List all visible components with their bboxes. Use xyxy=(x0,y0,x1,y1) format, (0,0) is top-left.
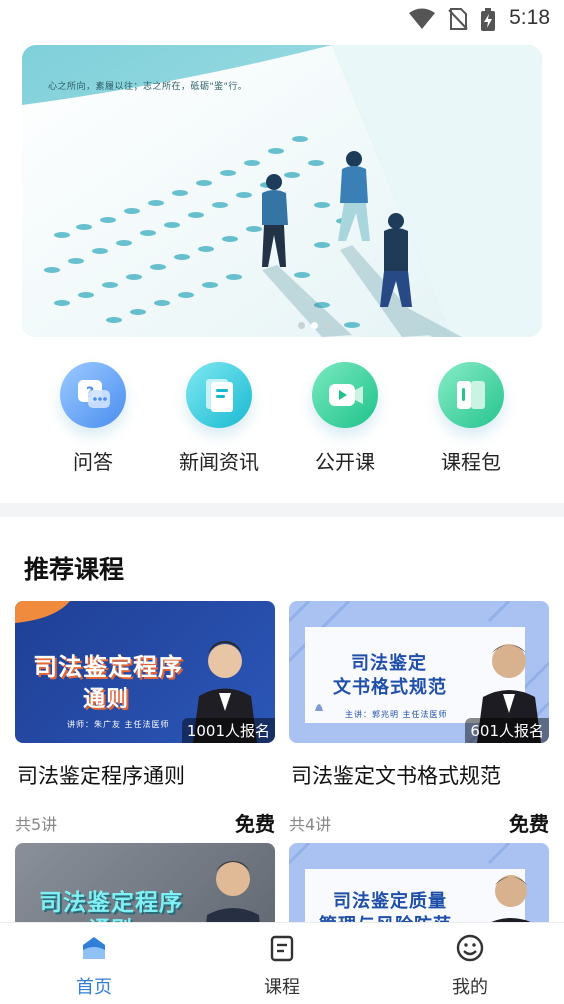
quick-link-news[interactable]: 新闻资讯 xyxy=(164,362,274,475)
no-sim-icon xyxy=(448,8,468,30)
course-card[interactable]: 司法鉴定程序 通则 讲师：朱广友 主任法医师 1001人报名 司法鉴定程序通则 … xyxy=(15,601,275,836)
quick-link-label: 新闻资讯 xyxy=(179,450,259,474)
qa-icon: ? xyxy=(60,362,126,428)
course-icon xyxy=(270,935,294,962)
package-icon xyxy=(438,362,504,428)
thumbnail-title: 文书格式规范 xyxy=(333,677,447,698)
course-thumbnail: 司法鉴定程序 通则 讲师：朱广友 主任法医师 1001人报名 xyxy=(15,601,275,743)
course-meta: 共4讲 免费 xyxy=(289,808,549,836)
section-title: 推荐课程 xyxy=(24,555,125,584)
quick-links: ? 问答 新闻资讯 公开课 课程包 xyxy=(0,362,564,482)
carousel-indicator xyxy=(298,322,331,329)
home-icon xyxy=(83,937,105,959)
thumbnail-lecturer: 主讲：郭兆明 主任法医师 xyxy=(345,710,448,719)
bottom-tab-bar: 首页 课程 我的 xyxy=(0,922,564,1004)
course-card[interactable]: 司法鉴定 文书格式规范 主讲：郭兆明 主任法医师 601人报名 司法鉴定文书格式… xyxy=(289,601,549,836)
tab-profile[interactable]: 我的 xyxy=(410,933,530,999)
thumbnail-title: 通则 xyxy=(83,687,130,712)
thumbnail-title: 司法鉴定质量 xyxy=(333,891,447,912)
course-price: 免费 xyxy=(235,812,275,836)
tab-home[interactable]: 首页 xyxy=(34,933,154,999)
carousel-dot xyxy=(324,322,331,329)
video-icon xyxy=(312,362,378,428)
quick-link-qa[interactable]: ? 问答 xyxy=(38,362,148,475)
lecture-count: 共4讲 xyxy=(289,815,332,834)
tab-courses[interactable]: 课程 xyxy=(222,933,342,999)
thumbnail-title: 司法鉴定程序 xyxy=(39,890,183,916)
thumbnail-title: 司法鉴定 xyxy=(351,653,427,674)
enroll-count: 1001人报名 xyxy=(181,718,275,743)
quick-link-open-course[interactable]: 公开课 xyxy=(290,362,400,475)
profile-icon xyxy=(456,934,484,962)
wifi-icon xyxy=(409,8,435,29)
status-bar: 5:18 xyxy=(0,0,564,38)
quick-link-label: 课程包 xyxy=(441,450,501,474)
carousel-dot xyxy=(298,322,305,329)
tab-label: 首页 xyxy=(76,977,112,998)
clock: 5:18 xyxy=(509,6,550,29)
battery-charging-icon xyxy=(481,8,495,31)
section-divider xyxy=(0,503,564,517)
news-icon xyxy=(186,362,252,428)
banner-carousel[interactable]: 心之所向，素履以往；志之所在，砥砺"鉴"行。 xyxy=(22,45,542,337)
carousel-dot xyxy=(311,322,318,329)
thumbnail-lecturer: 讲师：朱广友 主任法医师 xyxy=(67,720,170,729)
course-thumbnail: 司法鉴定 文书格式规范 主讲：郭兆明 主任法医师 601人报名 xyxy=(289,601,549,743)
course-title: 司法鉴定程序通则 xyxy=(17,764,185,788)
lecture-count: 共5讲 xyxy=(15,815,58,834)
course-title: 司法鉴定文书格式规范 xyxy=(291,764,501,788)
course-price: 免费 xyxy=(509,812,549,836)
banner-slogan: 心之所向，素履以往；志之所在，砥砺"鉴"行。 xyxy=(48,82,248,92)
tab-label: 我的 xyxy=(452,977,488,998)
quick-link-label: 问答 xyxy=(73,450,113,474)
thumbnail-title: 司法鉴定程序 xyxy=(33,653,183,681)
quick-link-label: 公开课 xyxy=(315,450,375,474)
course-meta: 共5讲 免费 xyxy=(15,808,275,836)
tab-label: 课程 xyxy=(264,977,300,998)
enroll-count: 601人报名 xyxy=(465,718,549,743)
quick-link-package[interactable]: 课程包 xyxy=(416,362,526,475)
